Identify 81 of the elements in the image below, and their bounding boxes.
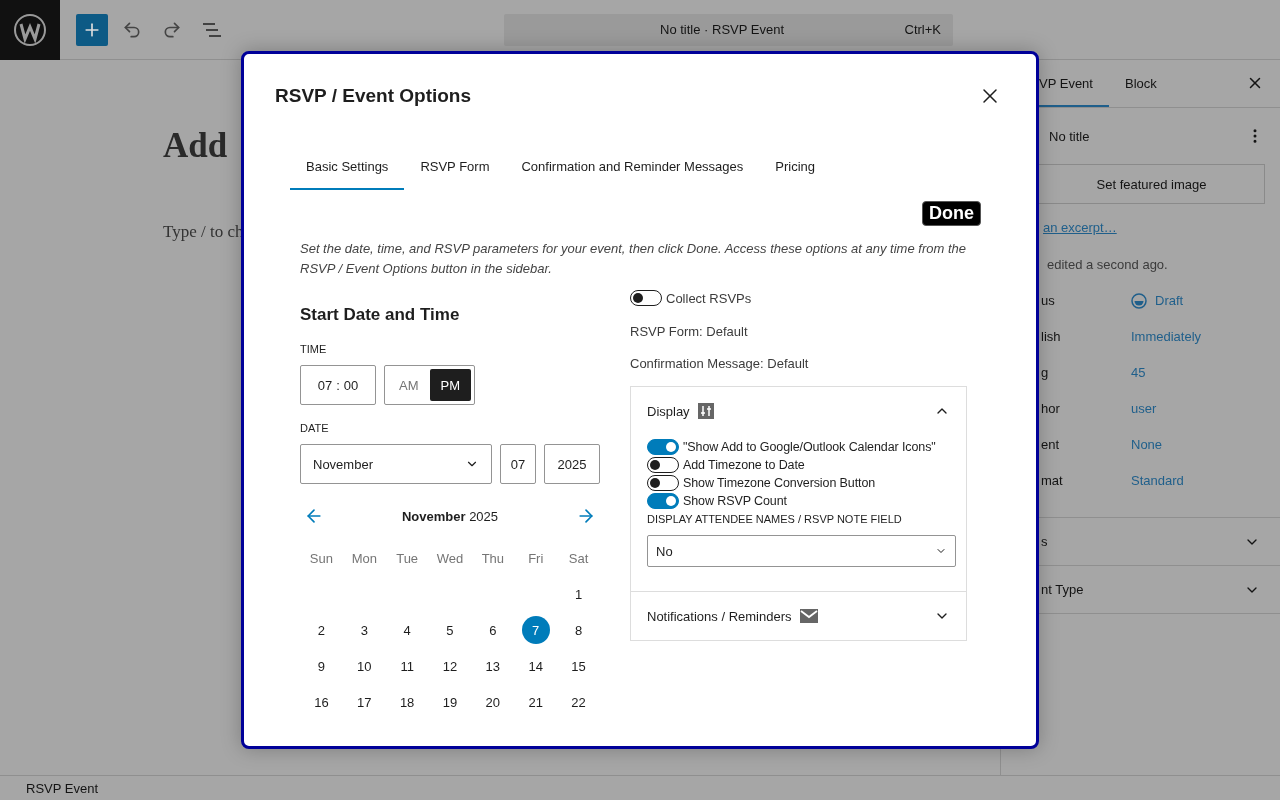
field-label: ent — [1041, 436, 1061, 454]
dialog-title: RSVP / Event Options — [275, 85, 472, 107]
calendar-day[interactable]: 1 — [564, 580, 593, 608]
calendar-day[interactable]: 17 — [350, 688, 379, 716]
toggle-switch[interactable] — [630, 290, 662, 306]
calendar-day[interactable]: 8 — [564, 616, 593, 644]
time-label: TIME — [300, 343, 328, 355]
post-title: No title — [1049, 128, 1090, 144]
status-icon — [1131, 293, 1147, 309]
add-block-button[interactable] — [76, 13, 108, 46]
calendar-day[interactable]: 19 — [436, 688, 464, 716]
calendar-day[interactable]: 6 — [478, 616, 507, 644]
calendar-day[interactable]: 13 — [478, 652, 507, 680]
field-label: hor — [1041, 400, 1061, 418]
calendar-day[interactable]: 2 — [307, 616, 336, 644]
calendar-day[interactable]: 4 — [393, 616, 422, 644]
status-bar-text: RSVP Event — [26, 780, 99, 796]
weekday-label: Tue — [396, 550, 419, 566]
sidebar-tab[interactable]: Block — [1108, 60, 1173, 107]
field-label: us — [1041, 292, 1056, 310]
command-bar[interactable]: No title · RSVP Event Ctrl+K — [504, 13, 953, 46]
weekday-label: Wed — [436, 550, 464, 566]
intro-text: Set the date, time, and RSVP parameters for your event, then click Done. Access these options at any time from the RSVP / Event Options button in the sidebar. — [300, 240, 967, 278]
last-edited-text: edited a second ago. — [1047, 257, 1169, 272]
weekday-label: Thu — [481, 550, 505, 566]
calendar-day[interactable]: 7 — [521, 616, 550, 644]
form-info-text: RSVP Form: Default — [630, 324, 748, 339]
toggle-switch[interactable] — [647, 439, 679, 455]
notifications-section-header[interactable]: Notifications / Reminders — [631, 592, 966, 640]
toggle-label: Add Timezone to Date — [683, 458, 805, 472]
calendar-day[interactable]: 20 — [478, 688, 507, 716]
attendee-select[interactable]: No — [647, 535, 956, 567]
field-label: g — [1041, 364, 1050, 382]
display-section-header[interactable]: Display — [631, 387, 966, 435]
calendar-day[interactable]: 3 — [350, 616, 379, 644]
calendar-day[interactable]: 10 — [350, 652, 379, 680]
toggle-label: "Show Add to Google/Outlook Calendar Icons" — [683, 440, 936, 454]
meridiem-option[interactable]: PM — [429, 369, 471, 401]
calendar-day[interactable]: 16 — [307, 688, 336, 716]
field-label: lish — [1041, 328, 1062, 346]
dialog-tab[interactable]: Basic Settings — [290, 142, 405, 190]
time-field[interactable]: 07 : 00 — [300, 365, 376, 405]
calendar-day[interactable]: 15 — [564, 652, 593, 680]
toggle-switch[interactable] — [647, 475, 679, 491]
done-button[interactable]: Done — [922, 201, 981, 226]
weekday-label: Fri — [528, 550, 544, 566]
dialog-tab[interactable]: RSVP Form — [404, 142, 506, 190]
date-label: DATE — [300, 422, 330, 434]
calendar-day[interactable]: 18 — [393, 688, 422, 716]
toggle-switch[interactable] — [647, 457, 679, 473]
calendar-day[interactable]: 11 — [393, 652, 422, 680]
month-select[interactable]: November — [300, 444, 492, 484]
calendar-day[interactable]: 21 — [521, 688, 550, 716]
weekday-label: Sat — [568, 550, 589, 566]
calendar-day[interactable]: 12 — [436, 652, 464, 680]
toggle-label: Show RSVP Count — [683, 494, 787, 508]
wordpress-logo[interactable] — [0, 0, 60, 60]
section-heading: Start Date and Time — [300, 305, 461, 325]
toggle-label: Show Timezone Conversion Button — [683, 476, 876, 490]
field-label: mat — [1041, 472, 1064, 490]
envelope-icon — [799, 609, 818, 623]
toggle-label: Collect RSVPs — [666, 290, 752, 306]
dialog-tab[interactable]: Pricing — [759, 142, 832, 190]
calendar-day[interactable]: 5 — [436, 616, 464, 644]
calendar-title: November 2025 — [401, 508, 499, 524]
message-info-text: Confirmation Message: Default — [630, 356, 809, 371]
attendee-field-label: DISPLAY ATTENDEE NAMES / RSVP NOTE FIELD — [647, 513, 903, 525]
day-field[interactable]: 07 — [500, 444, 536, 484]
calendar-day[interactable]: 14 — [521, 652, 550, 680]
year-field[interactable]: 2025 — [544, 444, 600, 484]
logo-icon — [13, 12, 47, 47]
dialog-tab[interactable]: Confirmation and Reminder Messages — [505, 142, 760, 190]
set-featured-image-button[interactable]: Set featured image — [1039, 164, 1265, 204]
meridiem-option[interactable]: AM — [388, 369, 430, 401]
calendar-day[interactable]: 22 — [564, 688, 593, 716]
sliders-icon — [697, 403, 714, 419]
weekday-label: Mon — [351, 550, 377, 566]
toggle-switch[interactable] — [647, 493, 679, 509]
weekday-label: Sun — [309, 550, 333, 566]
sidebar-tab[interactable]: VP Event — [1039, 60, 1109, 107]
calendar-day[interactable]: 9 — [307, 652, 336, 680]
